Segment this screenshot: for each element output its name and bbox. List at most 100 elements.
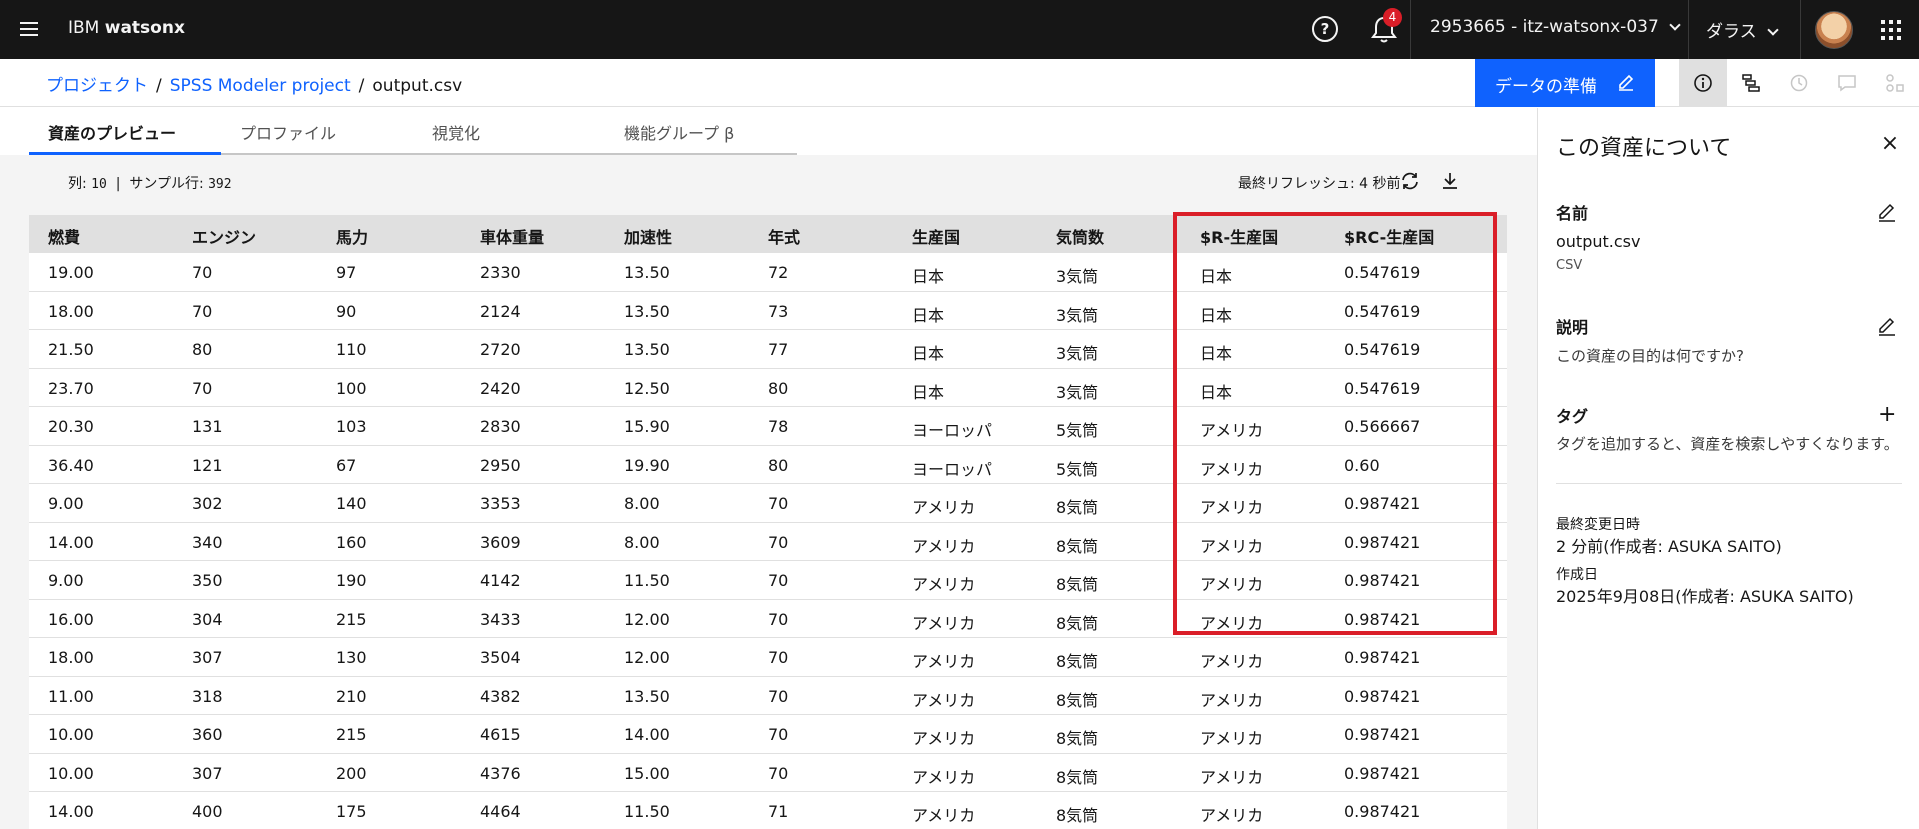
comment-icon[interactable] — [1823, 59, 1871, 107]
highlight-box — [1173, 212, 1497, 635]
table-cell: 2124 — [480, 301, 521, 321]
add-tag-icon[interactable]: + — [1878, 404, 1896, 426]
table-cell: 4464 — [480, 802, 521, 821]
columns-label: 列: — [68, 176, 87, 192]
table-cell: 340 — [192, 532, 223, 552]
table-cell: 3504 — [480, 648, 521, 667]
name-value: output.csv — [1556, 232, 1641, 251]
info-icon[interactable] — [1679, 59, 1727, 107]
help-icon[interactable]: ? — [1312, 16, 1338, 42]
table-cell: 0.987421 — [1344, 725, 1421, 744]
table-row[interactable]: 10.00 360 215 4615 14.00 70 アメリカ 8気筒 アメリカ 0.98742… — [29, 715, 1507, 754]
avatar[interactable] — [1815, 11, 1853, 49]
lineage-icon[interactable] — [1727, 59, 1775, 107]
last-refresh-text: 最終リフレッシュ: 4 秒前 — [1238, 176, 1401, 192]
column-header[interactable]: 燃費 — [29, 215, 173, 253]
column-header[interactable]: 気筒数 — [1037, 215, 1181, 253]
table-cell: 3433 — [480, 609, 521, 629]
table-cell: 302 — [192, 494, 223, 513]
table-cell: 日本 — [912, 305, 945, 325]
table-cell: アメリカ — [912, 690, 976, 710]
column-header[interactable]: エンジン — [173, 215, 317, 253]
sub-header: プロジェクト / SPSS Modeler project / output.csv デ… — [0, 59, 1919, 107]
table-cell: アメリカ — [912, 767, 976, 787]
table-cell: 90 — [336, 301, 357, 321]
table-cell: 318 — [192, 686, 223, 706]
column-header[interactable]: 生産国 — [893, 215, 1037, 253]
description-label: 説明 — [1556, 318, 1589, 337]
table-cell: 12.50 — [624, 378, 670, 398]
hamburger-icon[interactable] — [10, 10, 48, 48]
breadcrumb-projects[interactable]: プロジェクト — [46, 76, 148, 96]
table-cell: 0.987421 — [1344, 763, 1421, 783]
account-name: 2953665 - itz-watsonx-037 — [1430, 17, 1659, 37]
refresh-icon[interactable] — [1398, 169, 1422, 193]
file-type: CSV — [1556, 258, 1583, 273]
table-cell: 70 — [192, 263, 213, 282]
table-cell: 18.00 — [48, 301, 94, 321]
table-row[interactable]: 11.00 318 210 4382 13.50 70 アメリカ 8気筒 アメリカ 0.98742… — [29, 676, 1507, 715]
chevron-down-icon — [1669, 19, 1681, 31]
tab-visualization[interactable]: 視覚化 — [413, 108, 605, 155]
region-switcher[interactable]: ダラス — [1706, 17, 1779, 42]
account-switcher[interactable]: 2953665 - itz-watsonx-037 — [1430, 17, 1681, 37]
table-cell: 3気筒 — [1056, 267, 1099, 286]
table-cell: 2720 — [480, 340, 521, 359]
table-cell: 190 — [336, 571, 367, 590]
tab-feature-group[interactable]: 機能グループ β — [605, 108, 797, 155]
table-cell: 215 — [336, 609, 367, 629]
app-switcher-icon[interactable] — [1881, 20, 1901, 40]
close-icon[interactable]: × — [1878, 132, 1902, 156]
table-row[interactable]: 14.00 400 175 4464 11.50 71 アメリカ 8気筒 アメリカ 0.98742… — [29, 792, 1507, 829]
prepare-data-button[interactable]: データの準備 — [1475, 59, 1655, 107]
tab-asset-preview[interactable]: 資産のプレビュー — [29, 108, 221, 155]
table-cell: 日本 — [912, 267, 945, 286]
table-cell: 8気筒 — [1056, 806, 1099, 825]
table-cell: 70 — [768, 532, 789, 552]
download-icon[interactable] — [1438, 169, 1462, 193]
column-header[interactable]: 車体重量 — [461, 215, 605, 253]
edit-name-icon[interactable] — [1876, 201, 1898, 223]
table-cell: 103 — [336, 417, 367, 436]
columns-value: 10 — [91, 177, 107, 192]
table-cell: 日本 — [912, 344, 945, 363]
table-cell: 19.90 — [624, 455, 670, 475]
table-cell: 210 — [336, 686, 367, 706]
panel-title: この資産について — [1556, 136, 1732, 161]
table-cell: 10.00 — [48, 763, 94, 783]
table-cell: 13.50 — [624, 301, 670, 321]
header-divider — [1688, 0, 1689, 59]
table-cell: 12.00 — [624, 609, 670, 629]
table-cell: 131 — [192, 417, 223, 436]
brand[interactable]: IBM watsonx — [68, 18, 185, 38]
table-cell: 3609 — [480, 532, 521, 552]
table-cell: 14.00 — [48, 802, 94, 821]
brand-prefix: IBM — [68, 18, 100, 38]
header-divider — [1410, 0, 1411, 59]
table-cell: 12.00 — [624, 648, 670, 667]
table-cell: 78 — [768, 417, 789, 436]
column-header[interactable]: 年式 — [749, 215, 893, 253]
modified-value: 2 分前(作成者: ASUKA SAITO) — [1556, 537, 1782, 556]
description-placeholder[interactable]: この資産の目的は何ですか? — [1556, 345, 1744, 366]
notification-badge: 4 — [1383, 8, 1402, 27]
column-header[interactable]: 加速性 — [605, 215, 749, 253]
table-cell: 9.00 — [48, 494, 84, 513]
table-cell: 3気筒 — [1056, 305, 1099, 325]
table-cell: アメリカ — [912, 652, 976, 671]
table-cell: 100 — [336, 378, 367, 398]
history-icon[interactable] — [1775, 59, 1823, 107]
table-cell: アメリカ — [1200, 652, 1264, 671]
table-row[interactable]: 18.00 307 130 3504 12.00 70 アメリカ 8気筒 アメリカ 0.98742… — [29, 638, 1507, 677]
breadcrumb-project[interactable]: SPSS Modeler project — [170, 76, 351, 96]
breadcrumb-current: output.csv — [372, 76, 463, 96]
tab-profile[interactable]: プロファイル — [221, 108, 413, 155]
table-cell: 36.40 — [48, 455, 94, 475]
related-assets-icon[interactable] — [1871, 59, 1919, 107]
edit-description-icon[interactable] — [1876, 315, 1898, 337]
column-header[interactable]: 馬力 — [317, 215, 461, 253]
table-cell: 70 — [768, 494, 789, 513]
table-cell: 70 — [768, 686, 789, 706]
table-cell: 2420 — [480, 378, 521, 398]
table-row[interactable]: 10.00 307 200 4376 15.00 70 アメリカ 8気筒 アメリカ 0.98742… — [29, 753, 1507, 792]
